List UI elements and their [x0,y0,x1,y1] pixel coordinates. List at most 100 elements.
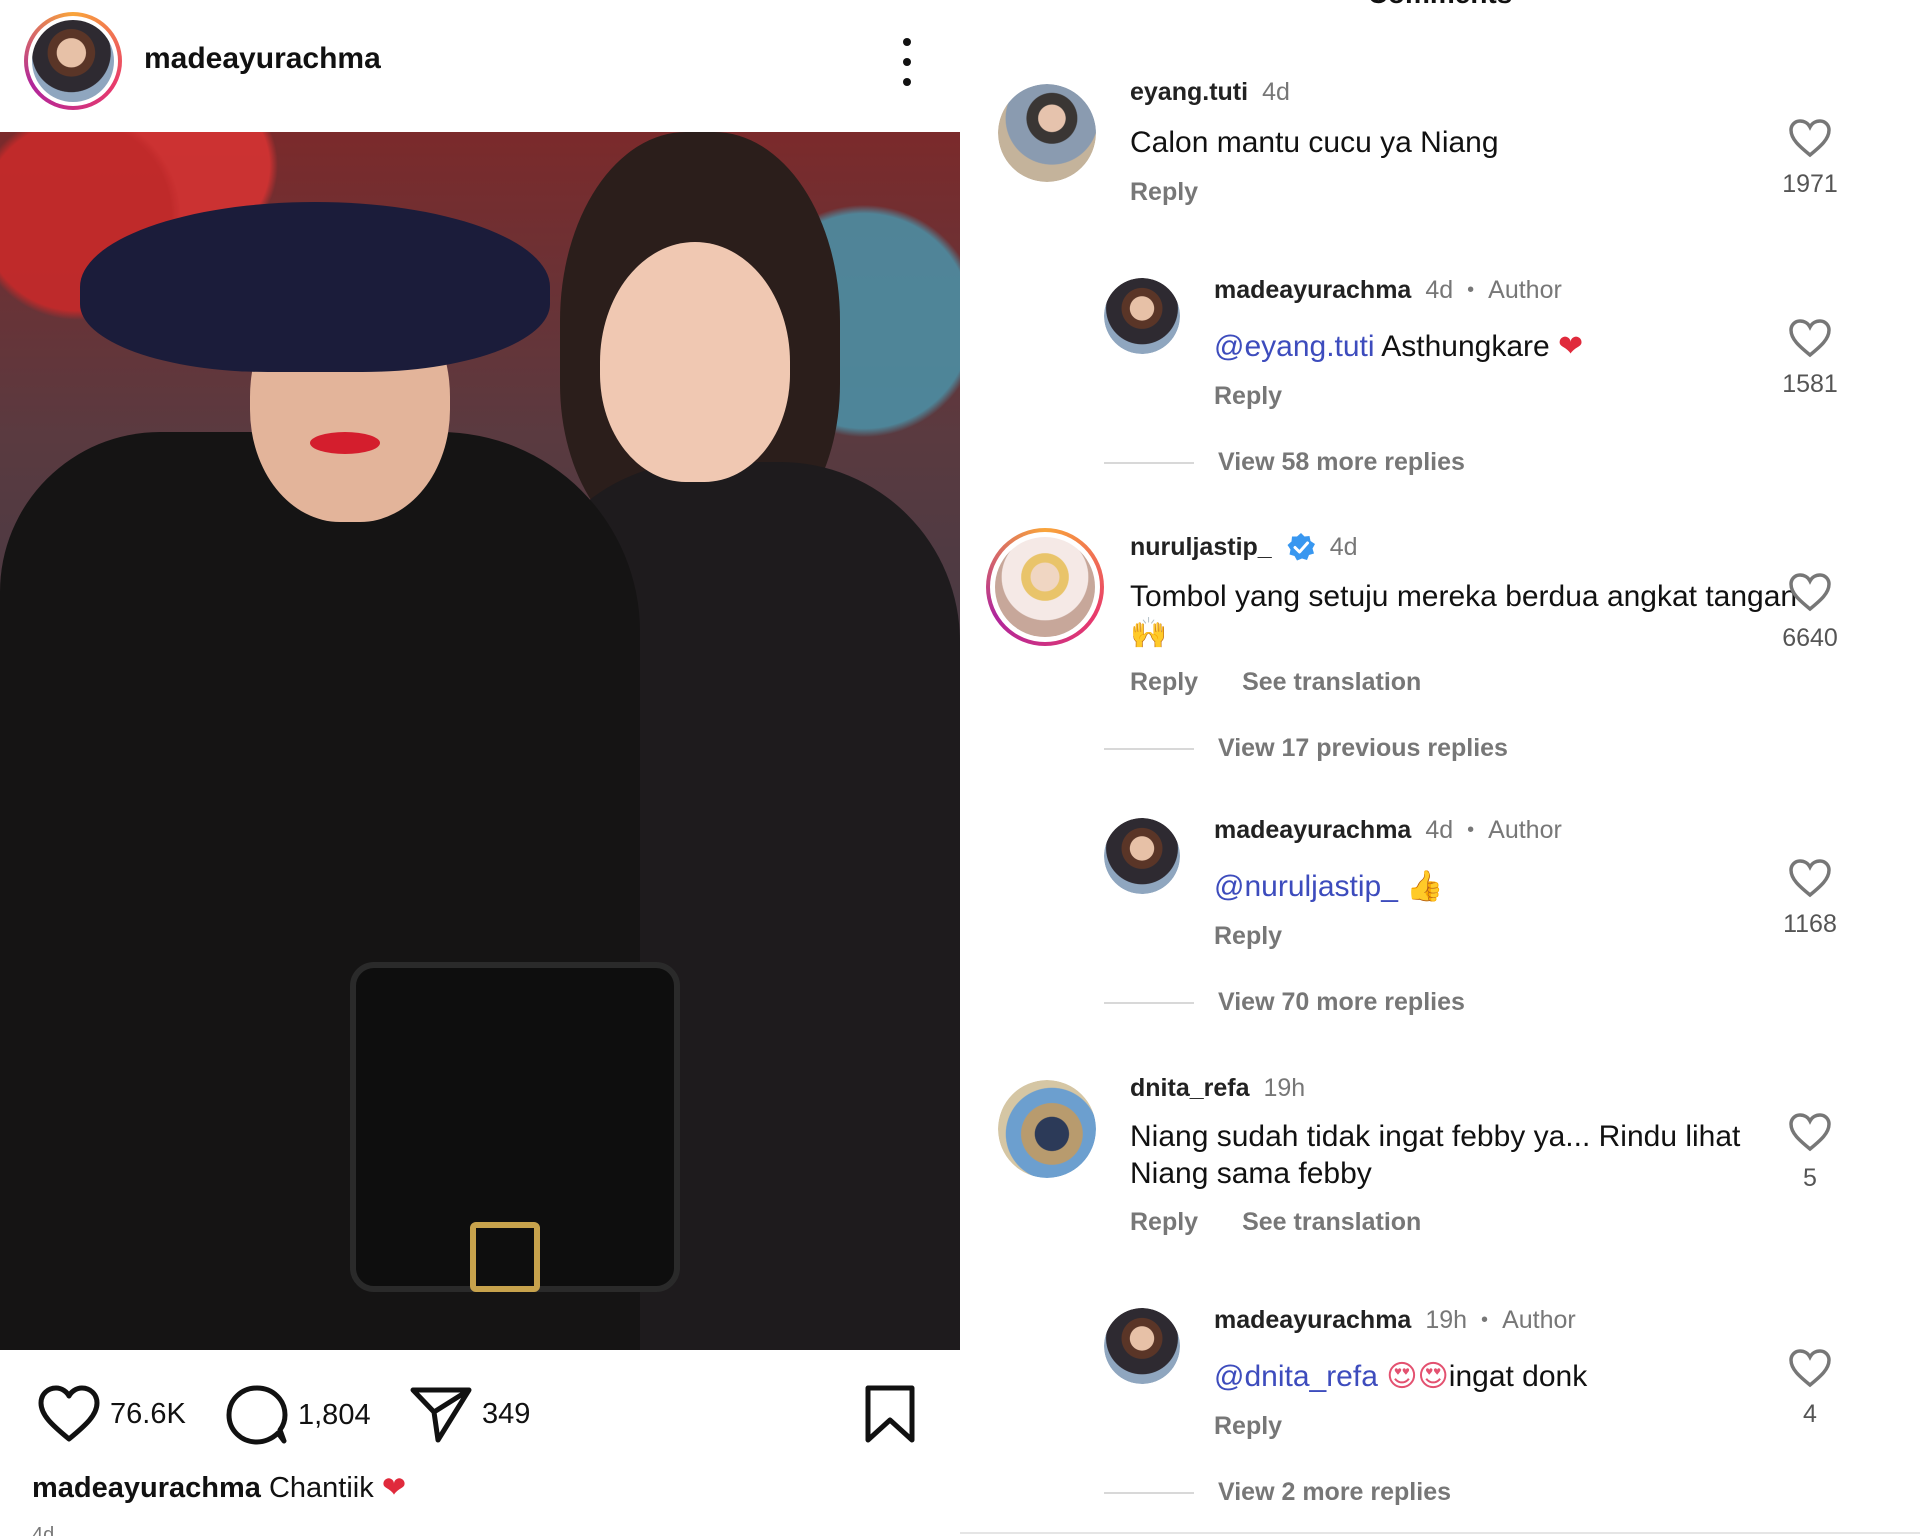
heart-icon [1789,1349,1831,1388]
comment-meta: dnita_refa 19h [1130,1074,1305,1103]
reply-username[interactable]: madeayurachma [1214,276,1411,305]
heart-icon [1789,1113,1831,1152]
verified-badge-icon [1287,533,1315,561]
heart-icon [38,1385,100,1442]
comment-text: Tombol yang setuju mereka berdua angkat … [1130,578,1810,652]
mention-link[interactable]: @nuruljastip_ [1214,870,1398,903]
comment-text: Niang sudah tidak ingat febby ya... Rind… [1130,1118,1810,1192]
reply-actions: Reply [1214,922,1282,951]
comment-like-count: 5 [1803,1164,1817,1192]
like-button[interactable]: 76.6K [38,1385,186,1443]
view-more-replies[interactable]: View 58 more replies [1104,448,1465,477]
comment-like-count: 6640 [1782,624,1838,652]
reply-body: ingat donk [1448,1360,1588,1393]
see-translation-button[interactable]: See translation [1242,668,1421,697]
reply-like[interactable]: 1581 [1770,318,1850,399]
mention-link[interactable]: @dnita_refa [1214,1360,1378,1393]
comment-meta: nuruljastip_ 4d [1130,532,1358,562]
comment-time: 19h [1263,1074,1306,1102]
divider [960,1532,1920,1534]
comment-actions: Reply See translation [1130,1208,1421,1237]
view-previous-replies-label[interactable]: View 17 previous replies [1218,734,1508,763]
view-more-replies[interactable]: View 70 more replies [1104,988,1465,1017]
comments-title: Comments [960,0,1920,10]
reply-button[interactable]: Reply [1214,382,1282,411]
view-more-replies[interactable]: View 2 more replies [1104,1478,1451,1507]
reply-button[interactable]: Reply [1214,1412,1282,1441]
post-action-bar: 76.6K 1,804 349 [0,1350,960,1470]
reply-like-count: 1581 [1782,370,1838,398]
comment-username[interactable]: nuruljastip_ [1130,533,1272,562]
caption-heart-emoji: ❤ [381,1470,407,1504]
comment-body: Tombol yang setuju mereka berdua angkat … [1130,580,1798,613]
comment-text: Calon mantu cucu ya Niang [1130,124,1810,161]
see-translation-button[interactable]: See translation [1242,1208,1421,1237]
reply-time: 19h [1425,1306,1468,1334]
post-author-avatar[interactable] [24,12,122,110]
share-count: 349 [482,1397,531,1430]
mention-link[interactable]: @eyang.tuti [1214,330,1375,363]
heart-icon [1789,573,1831,612]
reply-body: Asthungkare [1381,330,1550,363]
author-label: Author [1502,1306,1576,1334]
reply-time: 4d [1425,276,1454,304]
comment-like[interactable]: 5 [1770,1112,1850,1193]
reply-time: 4d [1425,816,1454,844]
view-more-replies-label[interactable]: View 58 more replies [1218,448,1465,477]
more-options-icon[interactable] [895,38,919,86]
view-more-replies-label[interactable]: View 70 more replies [1218,988,1465,1017]
thumbs-up-emoji: 👍 [1406,869,1444,904]
reply-button[interactable]: Reply [1130,668,1198,697]
post-caption: madeayurachma Chantiik ❤ [32,1470,406,1505]
comment-like[interactable]: 1971 [1770,118,1850,199]
commenter-avatar[interactable] [998,84,1096,182]
heart-icon [1789,319,1831,358]
view-more-replies-label[interactable]: View 2 more replies [1218,1478,1451,1507]
comment-count: 1,804 [298,1398,371,1431]
heart-icon [1789,119,1831,158]
author-avatar[interactable] [1104,818,1180,894]
author-label: Author [1488,276,1562,304]
raised-hands-emoji: 🙌 [1130,616,1168,651]
post-header: madeayurachma [0,0,960,132]
comment-username[interactable]: dnita_refa [1130,1074,1249,1103]
bookmark-icon[interactable] [864,1384,916,1449]
reply-button[interactable]: Reply [1130,178,1198,207]
comment-username[interactable]: eyang.tuti [1130,78,1248,107]
reply-like-count: 4 [1803,1400,1817,1428]
post-panel: madeayurachma 76.6K 1,804 349 madeayurac… [0,0,960,1536]
author-avatar[interactable] [1104,1308,1180,1384]
post-author-username[interactable]: madeayurachma [144,42,381,76]
commenter-avatar[interactable] [998,1080,1096,1178]
share-button[interactable]: 349 [410,1385,530,1443]
heart-icon [1789,859,1831,898]
commenter-avatar-story-ring[interactable] [986,528,1104,646]
reply-username[interactable]: madeayurachma [1214,1306,1411,1335]
reply-actions: Reply [1214,382,1282,411]
reply-meta: madeayurachma 4d • Author [1214,816,1562,845]
reply-meta: madeayurachma 4d • Author [1214,276,1562,305]
caption-username[interactable]: madeayurachma [32,1472,261,1504]
reply-meta: madeayurachma 19h • Author [1214,1306,1576,1335]
comment-time: 4d [1329,532,1358,561]
comment-button[interactable]: 1,804 [226,1385,371,1445]
comment-like-count: 1971 [1782,170,1838,198]
comment-body: Niang sudah tidak ingat febby ya... Rind… [1130,1120,1741,1190]
heart-emoji: ❤ [1558,329,1584,364]
post-timestamp: 4d [32,1524,55,1536]
reply-like[interactable]: 4 [1770,1348,1850,1429]
reply-button[interactable]: Reply [1130,1208,1198,1237]
caption-text: Chantiik [268,1472,374,1504]
reply-button[interactable]: Reply [1214,922,1282,951]
author-label: Author [1488,816,1562,844]
comment-body: Calon mantu cucu ya Niang [1130,126,1499,159]
view-previous-replies[interactable]: View 17 previous replies [1104,734,1508,763]
comments-panel: Comments eyang.tuti 4d Calon mantu cucu … [960,0,1920,1536]
reply-username[interactable]: madeayurachma [1214,816,1411,845]
post-photo[interactable] [0,132,960,1350]
comment-actions: Reply [1130,178,1198,207]
author-avatar[interactable] [1104,278,1180,354]
reply-like[interactable]: 1168 [1770,858,1850,939]
reply-like-count: 1168 [1783,910,1837,938]
comment-like[interactable]: 6640 [1770,572,1850,653]
